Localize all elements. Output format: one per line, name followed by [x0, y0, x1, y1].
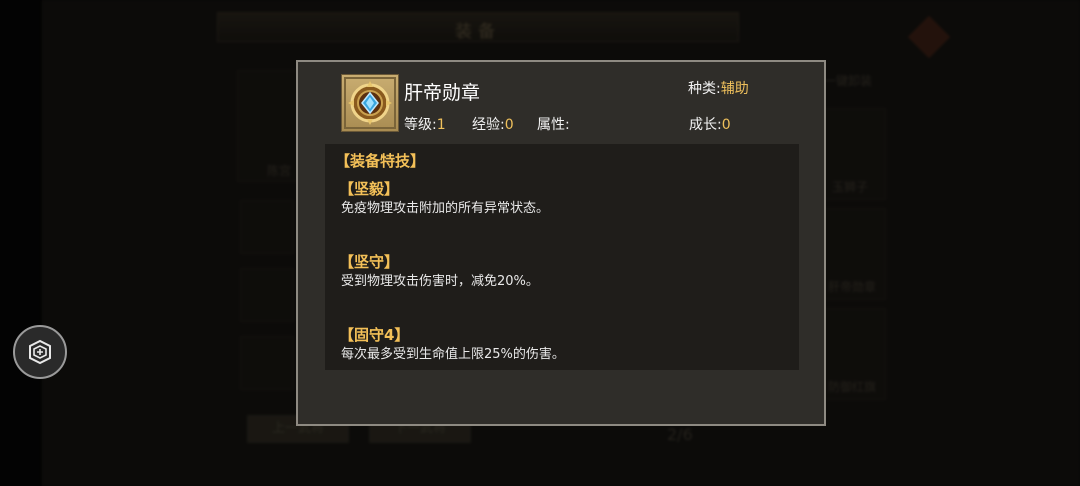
item-exp-label: 经验:	[472, 117, 505, 133]
game-assistant-floating-button[interactable]	[13, 325, 67, 379]
item-type: 种类:辅助	[688, 78, 749, 98]
item-attribute: 属性:	[537, 114, 570, 134]
item-type-value: 辅助	[720, 81, 749, 97]
skills-section-title: 【装备特技】	[335, 152, 426, 170]
skill-description: 免疫物理攻击附加的所有异常状态。	[341, 201, 550, 216]
item-growth-label: 成长:	[689, 117, 722, 133]
item-attribute-label: 属性:	[537, 117, 570, 133]
medal-icon	[341, 74, 399, 132]
skill-description: 受到物理攻击伤害时，减免20%。	[341, 274, 539, 289]
item-exp: 经验:0	[472, 114, 514, 134]
equipment-skills-panel: 【装备特技】 【坚毅】 免疫物理攻击附加的所有异常状态。 【坚守】 受到物理攻击…	[325, 144, 799, 370]
item-level: 等级:1	[404, 114, 446, 134]
item-growth-value: 0	[721, 117, 731, 133]
skill-description: 每次最多受到生命值上限25%的伤害。	[341, 347, 565, 362]
skill-name: 【固守4】	[339, 326, 410, 344]
item-name: 肝帝勋章	[404, 82, 481, 104]
game-assistant-icon	[29, 339, 51, 365]
skill-name: 【坚守】	[339, 253, 400, 271]
item-level-label: 等级:	[404, 117, 437, 133]
item-detail-dialog: 肝帝勋章 种类:辅助 等级:1 经验:0 属性: 成长:0 【装备特技】 【坚毅…	[296, 60, 826, 426]
item-level-value: 1	[436, 117, 446, 133]
item-exp-value: 0	[504, 117, 514, 133]
item-type-label: 种类:	[688, 81, 721, 97]
skill-name: 【坚毅】	[339, 180, 400, 198]
item-growth: 成长:0	[689, 114, 731, 134]
